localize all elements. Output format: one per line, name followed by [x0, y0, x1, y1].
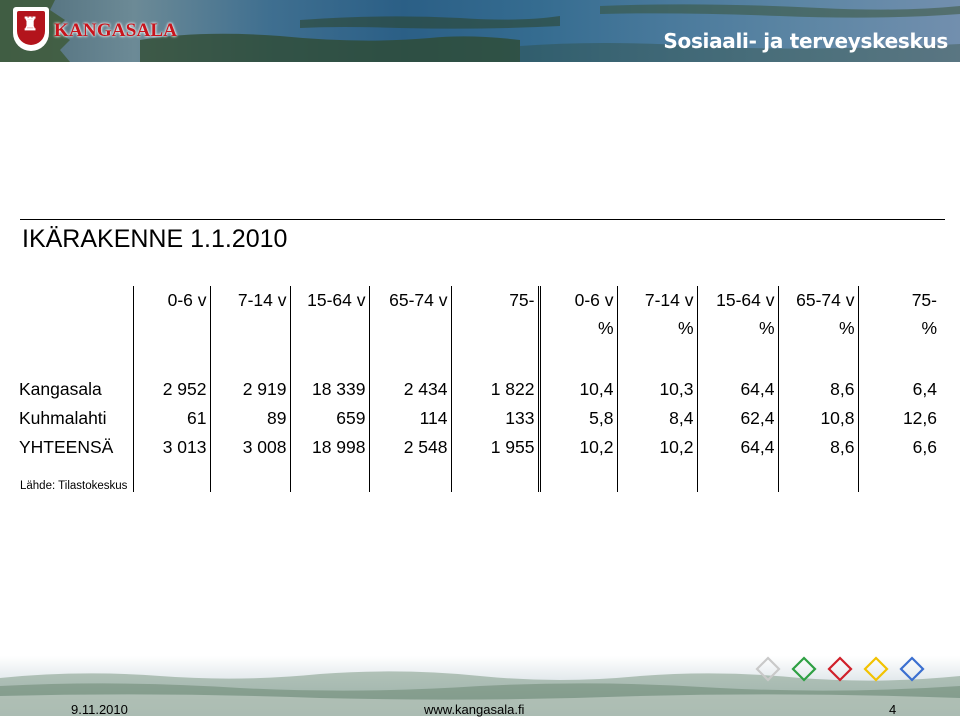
table-row: Kangasala 2 952 2 919 18 339 2 434 1 822… — [16, 375, 940, 404]
section-title: Sosiaali- ja terveyskeskus — [663, 29, 948, 53]
table-header-row: 0-6 v 7-14 v 15-64 v 65-74 v 75- 0-6 v% … — [16, 286, 940, 342]
footer-date: 9.11.2010 — [71, 702, 128, 717]
table-cell: 2 434 — [368, 375, 451, 404]
title-divider — [20, 219, 945, 220]
header-cell: 7-14 v — [209, 286, 290, 342]
table-cell: 2 548 — [368, 433, 451, 462]
table-cell: 61 — [132, 404, 210, 433]
color-diamonds-decoration — [755, 656, 925, 682]
table-cell: 8,6 — [777, 433, 858, 462]
table-cell: 8,4 — [616, 404, 697, 433]
coat-of-arms-mark: ♜ — [22, 14, 39, 35]
table-cell: 6,6 — [857, 433, 940, 462]
table-cell: 1 955 — [450, 433, 539, 462]
table-cell: 1 822 — [450, 375, 539, 404]
table-cell: 10,3 — [616, 375, 697, 404]
header-cell: 75-% — [857, 286, 940, 342]
footer-url[interactable]: www.kangasala.fi — [424, 702, 524, 717]
logo-text: KANGASALA — [54, 20, 178, 41]
header-cell: 0-6 v% — [537, 286, 617, 342]
header-cell-empty — [16, 286, 133, 342]
table-cell: 8,6 — [777, 375, 858, 404]
table-tail-row — [16, 462, 940, 492]
table-cell: 114 — [368, 404, 451, 433]
header-banner: ♜ KANGASALA Sosiaali- ja terveyskeskus — [0, 0, 960, 62]
table-cell: 10,2 — [616, 433, 697, 462]
table-cell: 18 998 — [289, 433, 369, 462]
diamond-icon — [899, 656, 925, 682]
row-label: Kuhmalahti — [19, 408, 107, 428]
header-cell: 65-74 v — [368, 286, 451, 342]
table-cell: 659 — [289, 404, 369, 433]
table-cell: 12,6 — [857, 404, 940, 433]
table-cell: 3 013 — [132, 433, 210, 462]
row-label: Kangasala — [19, 379, 102, 399]
diamond-icon — [827, 656, 853, 682]
page-title: IKÄRAKENNE 1.1.2010 — [22, 225, 288, 253]
table-cell: 64,4 — [696, 375, 778, 404]
table-cell: 133 — [450, 404, 539, 433]
table-spacer-row — [16, 342, 940, 375]
table-cell: 5,8 — [537, 404, 617, 433]
table-cell: 3 008 — [209, 433, 290, 462]
header-cell: 15-64 v — [289, 286, 369, 342]
table-cell: 62,4 — [696, 404, 778, 433]
kangasala-logo[interactable]: ♜ KANGASALA — [8, 6, 177, 54]
header-cell: 15-64 v% — [696, 286, 778, 342]
diamond-icon — [863, 656, 889, 682]
table-row: YHTEENSÄ 3 013 3 008 18 998 2 548 1 955 … — [16, 433, 940, 462]
table-cell: 64,4 — [696, 433, 778, 462]
table-cell: 10,2 — [537, 433, 617, 462]
header-cell: 0-6 v — [132, 286, 210, 342]
table-cell: 2 952 — [132, 375, 210, 404]
table-cell: 10,4 — [537, 375, 617, 404]
table-cell: 10,8 — [777, 404, 858, 433]
header-cell: 65-74 v% — [777, 286, 858, 342]
table-cell: 89 — [209, 404, 290, 433]
table-row: Kuhmalahti 61 89 659 114 133 5,8 8,4 62,… — [16, 404, 940, 433]
header-cell: 7-14 v% — [616, 286, 697, 342]
table-cell: 18 339 — [289, 375, 369, 404]
footer-page-number: 4 — [889, 702, 897, 717]
row-label: YHTEENSÄ — [19, 437, 114, 457]
diamond-icon — [791, 656, 817, 682]
table-cell: 2 919 — [209, 375, 290, 404]
source-note: Lähde: Tilastokeskus — [20, 480, 128, 492]
age-structure-table: 0-6 v 7-14 v 15-64 v 65-74 v 75- 0-6 v% … — [16, 286, 940, 492]
header-cell: 75- — [450, 286, 539, 342]
table-cell: 6,4 — [857, 375, 940, 404]
diamond-icon — [755, 656, 781, 682]
